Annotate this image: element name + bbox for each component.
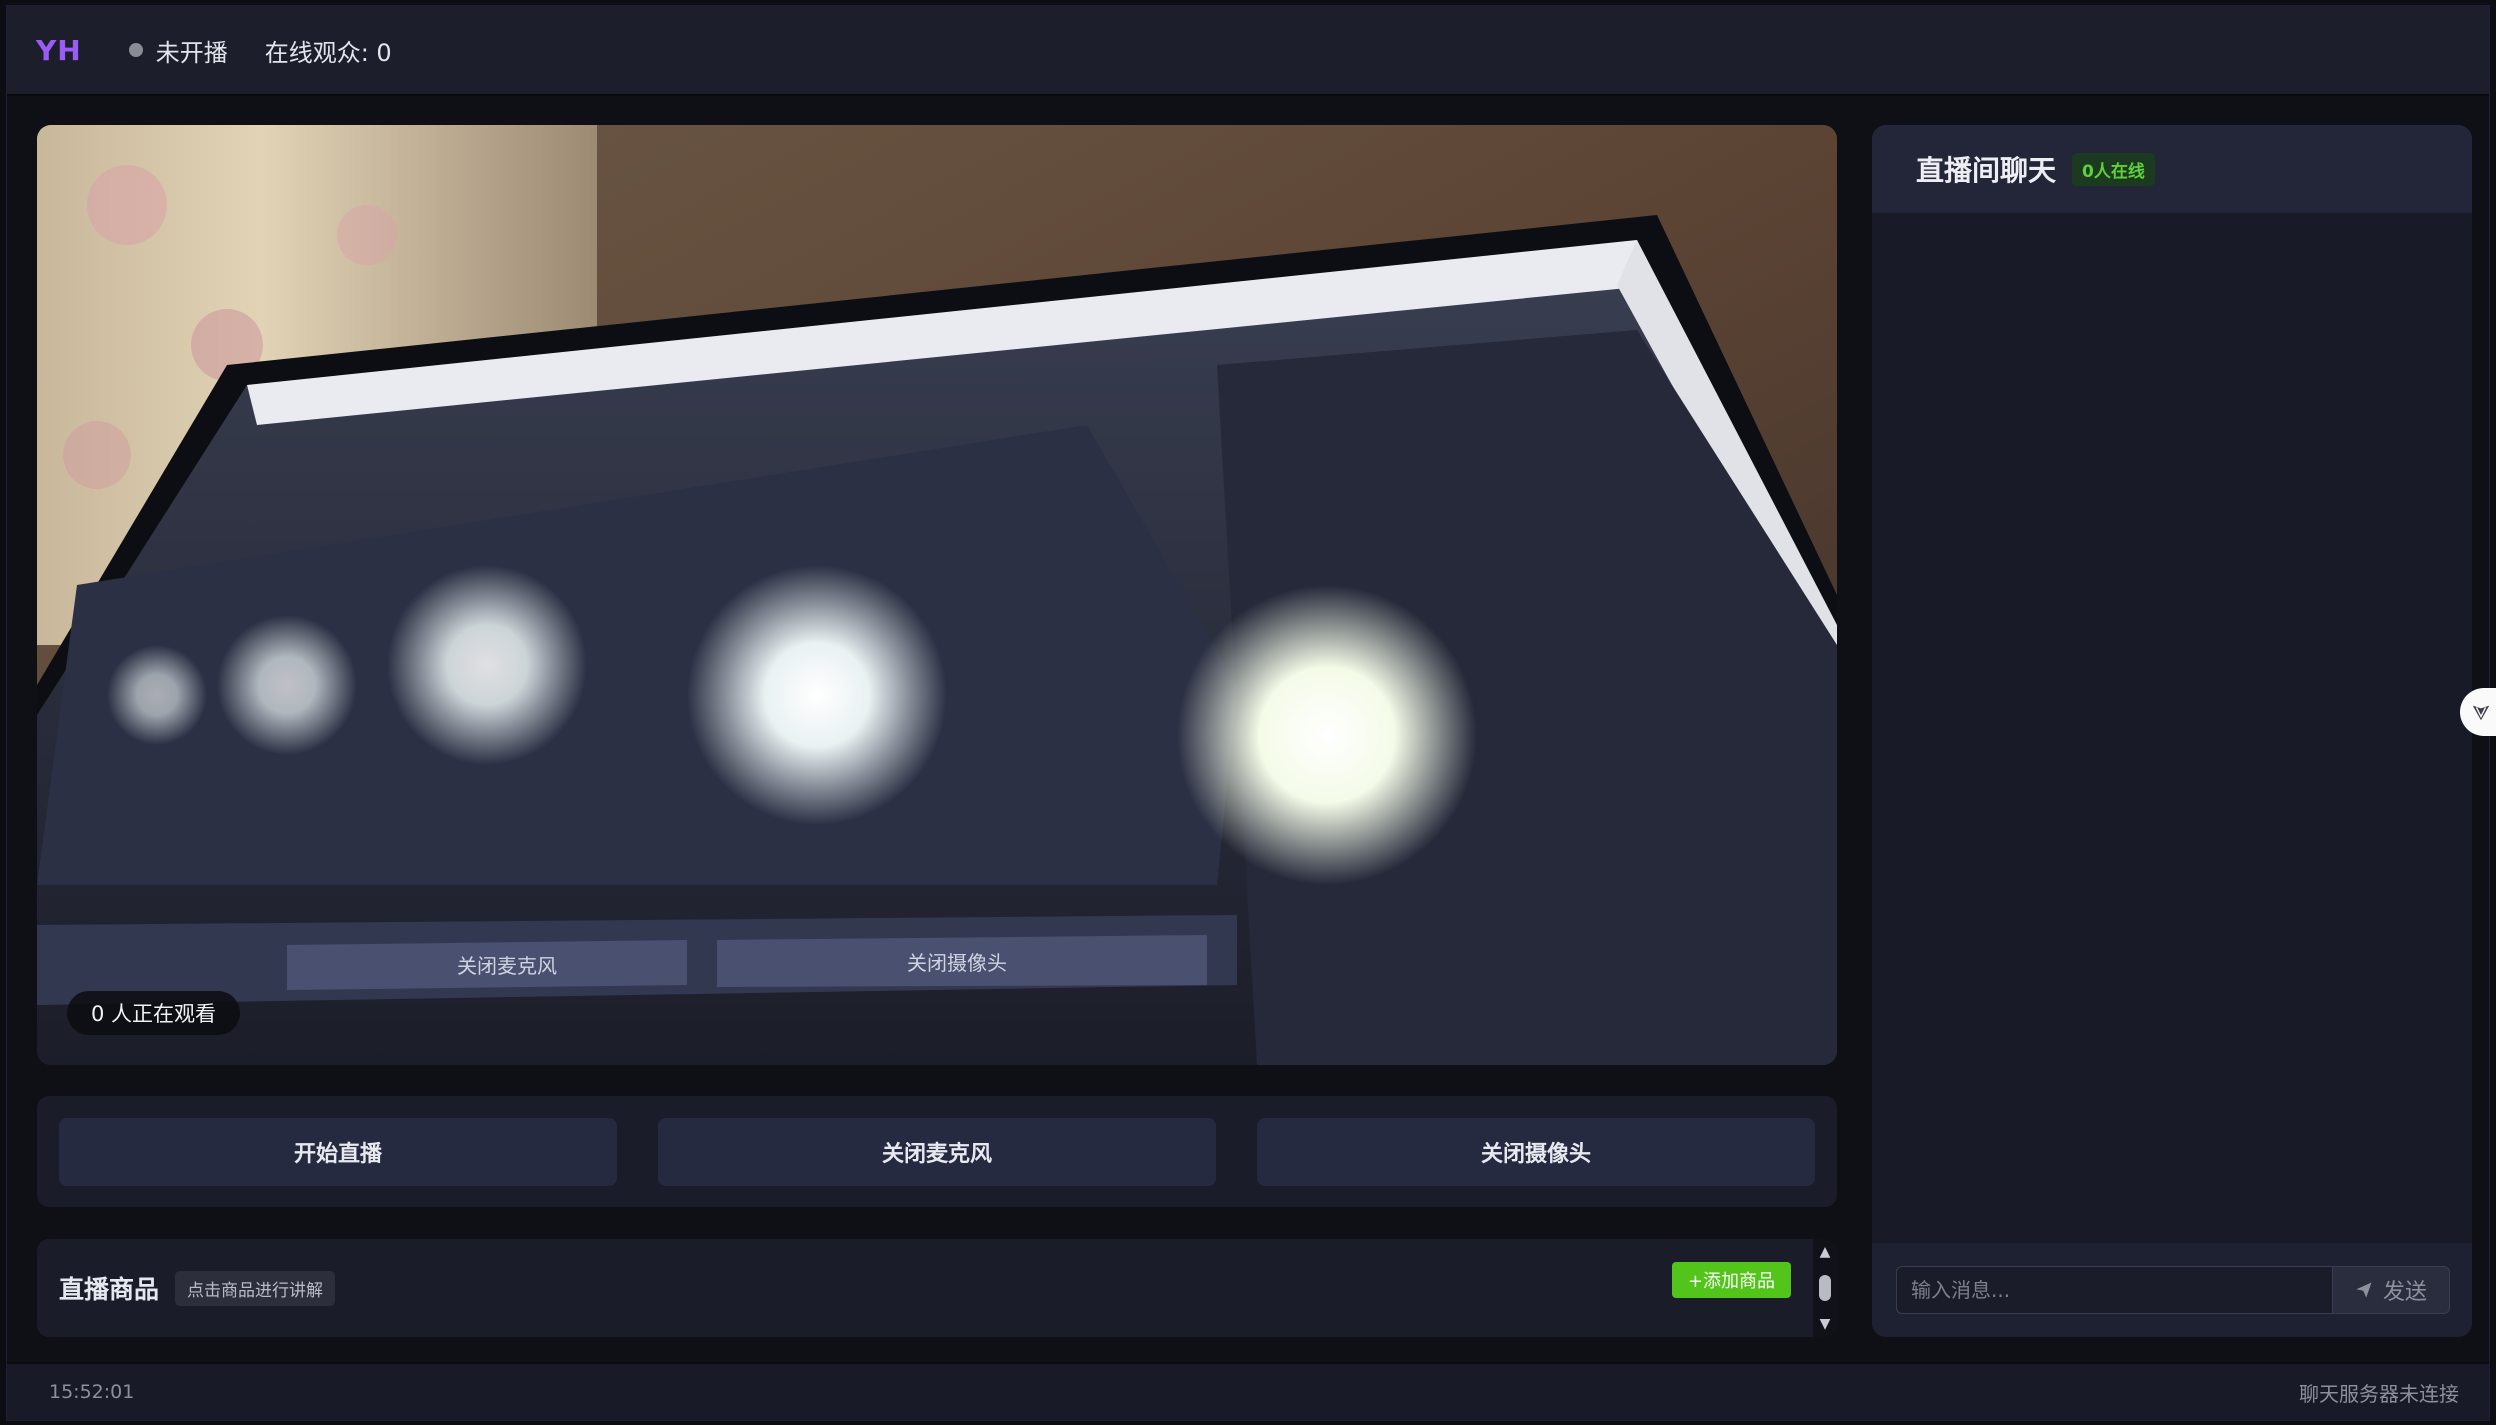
stream-controls: 开始直播 关闭麦克风 关闭摄像头 [37,1096,1837,1207]
close-camera-button[interactable]: 关闭摄像头 [1257,1117,1815,1186]
status-bar: 15:52:01 聊天服务器未连接 [7,1362,2489,1420]
chat-title: 直播间聊天 [1916,154,2057,187]
mute-mic-button[interactable]: 关闭麦克风 [658,1117,1216,1186]
chat-input-bar: 发送 [1872,1243,2472,1337]
camera-feed: 关闭麦克风 关闭摄像头 [37,125,1837,1065]
online-count-badge: 0人在线 [2072,152,2155,186]
video-preview: 关闭麦克风 关闭摄像头 0 人正在观看 [37,125,1837,1065]
server-status: 聊天服务器未连接 [2299,1381,2459,1406]
watching-count-badge: 0 人正在观看 [67,991,241,1035]
scroll-up-icon[interactable]: ▲ [1820,1245,1831,1259]
scroll-down-icon[interactable]: ▼ [1820,1317,1831,1331]
products-title: 直播商品 [59,1275,160,1304]
chat-header: 直播间聊天 0人在线 [1872,125,2472,213]
send-button[interactable]: 发送 [2332,1266,2450,1314]
chevron-down-icon [2472,705,2490,721]
products-hint: 点击商品进行讲解 [175,1270,336,1306]
status-dot-icon [128,43,143,57]
online-viewers: 在线观众: 0 [264,38,392,67]
chat-message-list[interactable] [1872,213,2472,1249]
products-panel: 直播商品 点击商品进行讲解 +添加商品 ▲ ▼ [37,1239,1837,1337]
chat-message-input[interactable] [1896,1266,2332,1314]
top-bar: YH 未开播 在线观众: 0 [7,6,2489,96]
products-scrollbar[interactable]: ▲ ▼ [1813,1239,1837,1337]
svg-text:关闭摄像头: 关闭摄像头 [907,952,1007,975]
logo: YH [36,33,82,67]
stream-status-label: 未开播 [155,38,228,67]
send-label: 发送 [2382,1280,2427,1305]
clock-time: 15:52:01 [49,1381,135,1403]
scroll-thumb[interactable] [1819,1275,1831,1301]
app-window: YH 未开播 在线观众: 0 关闭麦克风 关闭摄像头 0 人正在观看 开始直播 … [6,5,2490,1421]
start-live-button[interactable]: 开始直播 [59,1117,617,1186]
add-product-button[interactable]: +添加商品 [1671,1262,1791,1298]
stream-status: 未开播 [128,33,228,68]
svg-text:关闭麦克风: 关闭麦克风 [457,955,557,978]
chat-panel: 直播间聊天 0人在线 发送 [1872,125,2472,1337]
send-icon [2356,1282,2372,1298]
